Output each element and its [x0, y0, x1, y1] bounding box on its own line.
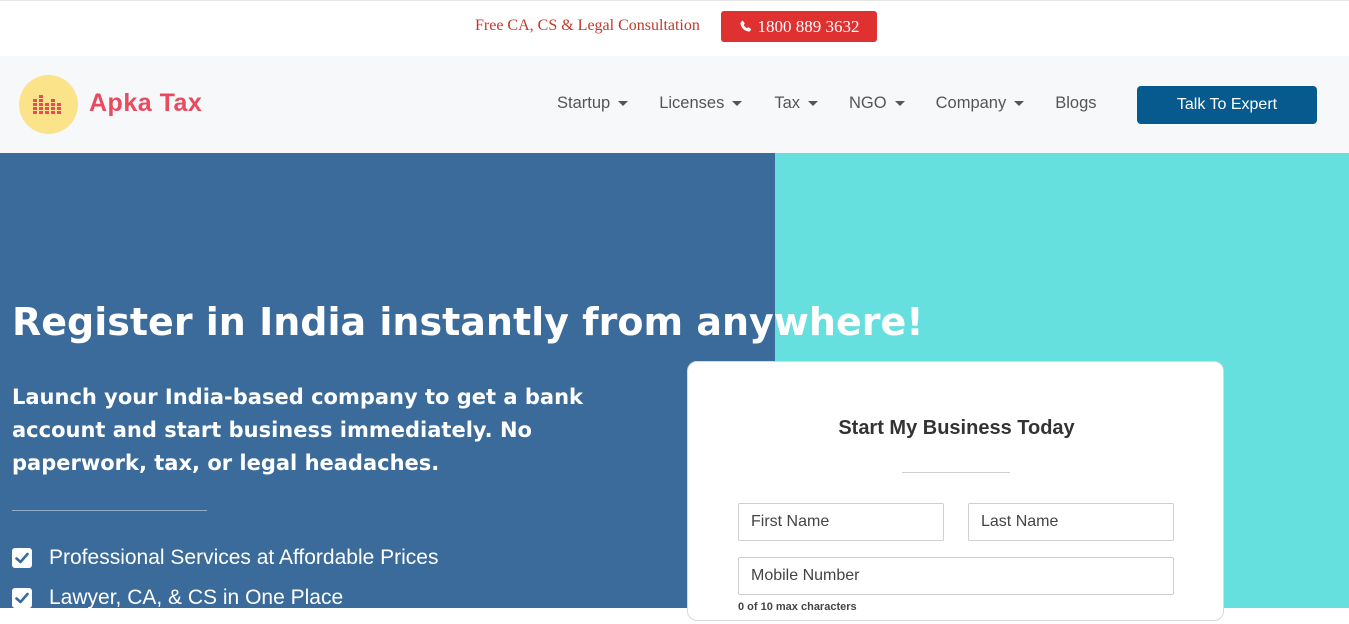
first-name-field[interactable] [738, 503, 944, 541]
nav-item-label: Blogs [1055, 94, 1097, 112]
phone-call-button[interactable]: 1800 889 3632 [721, 11, 877, 42]
caret-down-icon [894, 101, 905, 106]
form-divider [902, 472, 1010, 473]
nav-item-tax[interactable]: Tax [774, 94, 819, 113]
form-title: Start My Business Today [838, 417, 1075, 439]
main-navbar: Apka Tax Startup Licenses Tax NGO Compan… [0, 56, 1349, 153]
nav-item-label: NGO [849, 94, 887, 112]
phone-icon [739, 20, 751, 32]
checkmark-icon [12, 548, 32, 568]
nav-item-label: Tax [774, 94, 801, 112]
mobile-number-field[interactable] [738, 557, 1174, 595]
nav-item-startup[interactable]: Startup [557, 94, 629, 113]
caret-down-icon [808, 101, 819, 106]
hero-headline: Register in India instantly from anywher… [12, 300, 924, 344]
caret-down-icon [1014, 101, 1025, 106]
nav-item-ngo[interactable]: NGO [849, 94, 905, 113]
top-announcement-bar: Free CA, CS & Legal Consultation 1800 88… [0, 0, 1349, 56]
nav-item-blogs[interactable]: Blogs [1055, 94, 1096, 113]
nav-item-company[interactable]: Company [936, 94, 1025, 113]
brand-name[interactable]: Apka Tax [89, 89, 202, 118]
feature-label: Lawyer, CA, & CS in One Place [49, 586, 344, 609]
mobile-char-counter: 0 of 10 max characters [738, 601, 857, 613]
feature-item: Professional Services at Affordable Pric… [12, 544, 438, 572]
nav-item-licenses[interactable]: Licenses [659, 94, 743, 113]
brand-logo[interactable] [19, 75, 78, 134]
checkmark-icon [12, 588, 32, 608]
start-business-form: Start My Business Today 0 of 10 max char… [687, 361, 1224, 621]
feature-list: Professional Services at Affordable Pric… [12, 544, 438, 624]
talk-to-expert-button[interactable]: Talk To Expert [1137, 86, 1317, 124]
caret-down-icon [618, 101, 629, 106]
nav-menu: Startup Licenses Tax NGO Company Blogs [557, 94, 1097, 113]
hero-subheading: Launch your India-based company to get a… [12, 385, 583, 475]
hero-divider [12, 510, 207, 511]
bar-chart-icon [33, 95, 61, 114]
nav-item-label: Licenses [659, 94, 725, 112]
last-name-field[interactable] [968, 503, 1174, 541]
consultation-promo: Free CA, CS & Legal Consultation [475, 17, 700, 34]
feature-label: Professional Services at Affordable Pric… [49, 546, 439, 569]
caret-down-icon [732, 101, 743, 106]
phone-number: 1800 889 3632 [757, 16, 860, 36]
nav-item-label: Company [935, 94, 1007, 112]
nav-item-label: Startup [557, 94, 611, 112]
